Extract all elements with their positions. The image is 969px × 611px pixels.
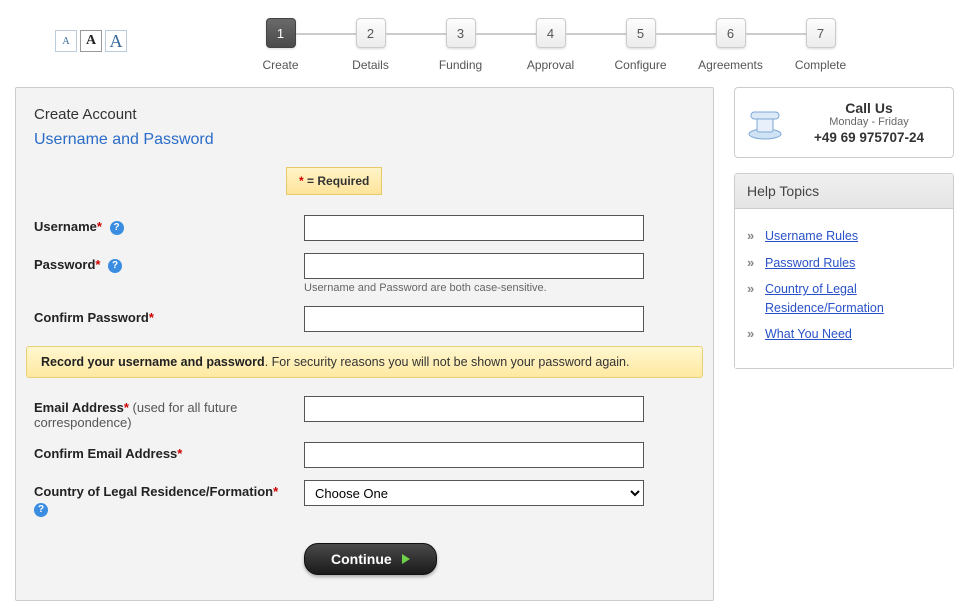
password-warning-bar: Record your username and password. For s… <box>26 346 703 378</box>
step-approval: 4 Approval <box>506 18 596 72</box>
confirm-password-input[interactable] <box>304 306 644 332</box>
help-topic-item: What You Need <box>747 321 941 348</box>
step-number: 4 <box>536 18 566 48</box>
confirm-email-label: Confirm Email Address* <box>34 442 304 461</box>
font-size-large-button[interactable]: A <box>105 30 127 52</box>
confirm-email-input[interactable] <box>304 442 644 468</box>
case-sensitive-hint: Username and Password are both case-sens… <box>304 282 695 294</box>
help-topics-header: Help Topics <box>735 174 953 209</box>
help-topic-link[interactable]: Username Rules <box>765 229 858 243</box>
step-configure: 5 Configure <box>596 18 686 72</box>
email-input[interactable] <box>304 396 644 422</box>
password-input[interactable] <box>304 253 644 279</box>
phone-icon <box>745 106 785 140</box>
step-label: Complete <box>795 58 846 72</box>
country-select[interactable]: Choose One <box>304 480 644 506</box>
step-label: Details <box>352 58 389 72</box>
required-legend: * = Required <box>286 167 382 195</box>
step-number: 3 <box>446 18 476 48</box>
panel-subtitle: Username and Password <box>34 131 695 149</box>
step-label: Configure <box>614 58 666 72</box>
help-topic-item: Username Rules <box>747 223 941 250</box>
username-input[interactable] <box>304 215 644 241</box>
panel-title: Create Account <box>34 106 695 123</box>
font-size-small-button[interactable]: A <box>55 30 77 52</box>
help-icon[interactable]: ? <box>110 221 124 235</box>
step-number: 1 <box>266 18 296 48</box>
help-topic-link[interactable]: Password Rules <box>765 256 855 270</box>
help-topic-link[interactable]: Country of Legal Residence/Formation <box>765 282 884 315</box>
password-label: Password* ? <box>34 253 304 273</box>
step-agreements: 6 Agreements <box>686 18 776 72</box>
step-complete: 7 Complete <box>776 18 866 72</box>
step-number: 6 <box>716 18 746 48</box>
step-create: 1 Create <box>236 18 326 72</box>
country-label: Country of Legal Residence/Formation* ? <box>34 480 304 517</box>
continue-button-label: Continue <box>331 551 392 567</box>
step-number: 5 <box>626 18 656 48</box>
step-number: 7 <box>806 18 836 48</box>
help-icon[interactable]: ? <box>108 259 122 273</box>
step-label: Create <box>262 58 298 72</box>
step-funding: 3 Funding <box>416 18 506 72</box>
help-topic-item: Country of Legal Residence/Formation <box>747 276 941 321</box>
call-us-number: +49 69 975707-24 <box>795 130 943 145</box>
font-size-switcher: A A A <box>55 30 127 52</box>
create-account-panel: Create Account Username and Password * =… <box>15 87 714 601</box>
email-label: Email Address* (used for all future corr… <box>34 396 304 430</box>
help-topic-link[interactable]: What You Need <box>765 327 852 341</box>
font-size-medium-button[interactable]: A <box>80 30 102 52</box>
step-details: 2 Details <box>326 18 416 72</box>
help-topics-box: Help Topics Username Rules Password Rules… <box>734 173 954 369</box>
continue-button[interactable]: Continue <box>304 543 437 575</box>
username-label: Username* ? <box>34 215 304 235</box>
step-number: 2 <box>356 18 386 48</box>
call-us-box: Call Us Monday - Friday +49 69 975707-24 <box>734 87 954 158</box>
call-us-hours: Monday - Friday <box>795 116 943 128</box>
step-label: Agreements <box>698 58 763 72</box>
call-us-title: Call Us <box>795 100 943 116</box>
confirm-password-label: Confirm Password* <box>34 306 304 325</box>
help-topic-item: Password Rules <box>747 250 941 277</box>
help-icon[interactable]: ? <box>34 503 48 517</box>
step-label: Approval <box>527 58 574 72</box>
arrow-right-icon <box>402 554 410 564</box>
progress-stepper: 1 Create 2 Details 3 Funding 4 Approval 5 Configu… <box>147 18 954 72</box>
step-label: Funding <box>439 58 482 72</box>
